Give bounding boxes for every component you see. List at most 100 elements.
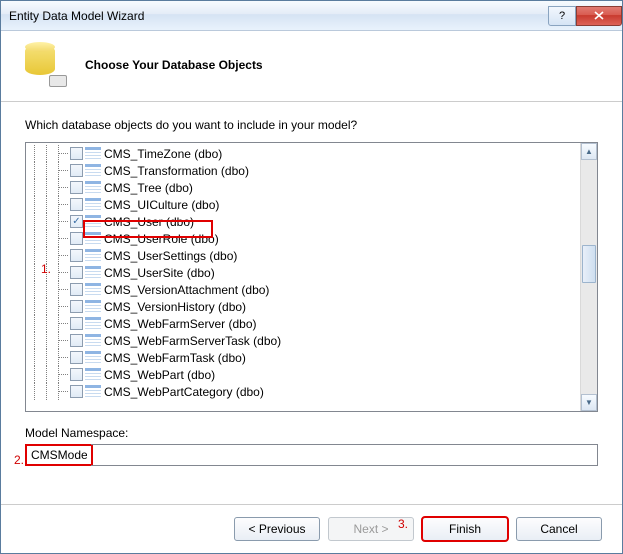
tree-lines <box>34 179 70 196</box>
tree-item-checkbox[interactable] <box>70 351 83 364</box>
tree-item-label: CMS_User (dbo) <box>104 215 194 229</box>
annotation-3: 3. <box>398 517 408 531</box>
finish-button[interactable]: Finish <box>422 517 508 541</box>
tree-item-label: CMS_Transformation (dbo) <box>104 164 249 178</box>
close-icon <box>594 11 604 20</box>
tree-item-checkbox[interactable] <box>70 232 83 245</box>
tree-lines <box>34 281 70 298</box>
tree-item-checkbox[interactable] <box>70 147 83 160</box>
annotation-2: 2. <box>14 453 24 467</box>
cancel-button[interactable]: Cancel <box>516 517 602 541</box>
tree-lines <box>34 230 70 247</box>
tree-item[interactable]: CMS_UserSettings (dbo) <box>26 247 580 264</box>
tree-item[interactable]: CMS_VersionHistory (dbo) <box>26 298 580 315</box>
table-icon <box>85 283 101 296</box>
scroll-up-button[interactable]: ▲ <box>581 143 597 160</box>
table-icon <box>85 385 101 398</box>
tree-item-checkbox[interactable] <box>70 266 83 279</box>
tree-lines <box>34 349 70 366</box>
tree-item-label: CMS_WebPart (dbo) <box>104 368 215 382</box>
help-icon: ? <box>559 10 565 22</box>
tree-lines <box>34 383 70 400</box>
scroll-thumb[interactable] <box>582 245 596 283</box>
tree-item-label: CMS_WebFarmServer (dbo) <box>104 317 256 331</box>
tree-lines <box>34 196 70 213</box>
object-tree[interactable]: CMS_TimeZone (dbo) CMS_Transformation (db… <box>25 142 598 412</box>
tree-item-checkbox[interactable] <box>70 300 83 313</box>
tree-item-checkbox[interactable] <box>70 283 83 296</box>
tree-item-checkbox[interactable] <box>70 181 83 194</box>
namespace-label: Model Namespace: <box>25 426 598 440</box>
tree-lines <box>34 213 70 230</box>
tree-item[interactable]: CMS_WebFarmTask (dbo) <box>26 349 580 366</box>
tree-item[interactable]: CMS_UICulture (dbo) <box>26 196 580 213</box>
close-button[interactable] <box>576 6 622 26</box>
tree-lines <box>34 366 70 383</box>
scrollbar-vertical[interactable]: ▲ ▼ <box>580 143 597 411</box>
wizard-body: Which database objects do you want to in… <box>1 102 622 472</box>
annotation-1: 1. <box>41 262 51 276</box>
wizard-header: Choose Your Database Objects <box>1 31 622 102</box>
tree-item-label: CMS_UICulture (dbo) <box>104 198 219 212</box>
tree-item[interactable]: CMS_VersionAttachment (dbo) <box>26 281 580 298</box>
tree-lines <box>34 145 70 162</box>
tree-item-label: CMS_WebFarmTask (dbo) <box>104 351 246 365</box>
tree-lines <box>34 298 70 315</box>
tree-item-label: CMS_TimeZone (dbo) <box>104 147 222 161</box>
namespace-row <box>25 444 598 466</box>
wizard-window: Entity Data Model Wizard ? Choose Your D… <box>0 0 623 554</box>
tree-item[interactable]: CMS_Transformation (dbo) <box>26 162 580 179</box>
tree-lines <box>34 162 70 179</box>
page-heading: Choose Your Database Objects <box>85 58 263 72</box>
tree-item-checkbox[interactable] <box>70 317 83 330</box>
tree-item-checkbox[interactable] <box>70 385 83 398</box>
table-icon <box>85 164 101 177</box>
namespace-input-remainder[interactable] <box>91 444 598 466</box>
tree-item-checkbox[interactable] <box>70 215 83 228</box>
tree-item-label: CMS_Tree (dbo) <box>104 181 193 195</box>
tree-lines <box>34 315 70 332</box>
previous-button[interactable]: < Previous <box>234 517 320 541</box>
tree-lines <box>34 247 70 264</box>
tree-item[interactable]: CMS_User (dbo) <box>26 213 580 230</box>
table-icon <box>85 249 101 262</box>
tree-item-checkbox[interactable] <box>70 368 83 381</box>
wizard-footer: < Previous Next > 3. Finish Cancel <box>1 504 622 553</box>
table-icon <box>85 232 101 245</box>
tree-item-label: CMS_WebFarmServerTask (dbo) <box>104 334 281 348</box>
table-icon <box>85 368 101 381</box>
namespace-input[interactable] <box>27 446 91 464</box>
tree-item[interactable]: CMS_WebFarmServerTask (dbo) <box>26 332 580 349</box>
scroll-track[interactable] <box>581 160 597 394</box>
tree-item[interactable]: CMS_UserRole (dbo) <box>26 230 580 247</box>
tree-item[interactable]: CMS_WebPart (dbo) <box>26 366 580 383</box>
tree-item[interactable]: CMS_TimeZone (dbo) <box>26 145 580 162</box>
tree-item-checkbox[interactable] <box>70 164 83 177</box>
table-icon <box>85 181 101 194</box>
help-button[interactable]: ? <box>548 6 576 26</box>
tree-item-label: CMS_UserSettings (dbo) <box>104 249 237 263</box>
titlebar: Entity Data Model Wizard ? <box>1 1 622 31</box>
tree-item-label: CMS_VersionHistory (dbo) <box>104 300 246 314</box>
table-icon <box>85 351 101 364</box>
tree-item-checkbox[interactable] <box>70 198 83 211</box>
tree-item-checkbox[interactable] <box>70 249 83 262</box>
tree-item-checkbox[interactable] <box>70 334 83 347</box>
tree-item[interactable]: CMS_WebPartCategory (dbo) <box>26 383 580 400</box>
prompt-text: Which database objects do you want to in… <box>25 118 598 132</box>
database-icon <box>25 45 65 85</box>
tree-item[interactable]: CMS_UserSite (dbo) <box>26 264 580 281</box>
tree-item-label: CMS_WebPartCategory (dbo) <box>104 385 264 399</box>
annotation-highlight-2 <box>25 444 93 466</box>
table-icon <box>85 266 101 279</box>
tree-item[interactable]: CMS_WebFarmServer (dbo) <box>26 315 580 332</box>
window-title: Entity Data Model Wizard <box>9 9 548 23</box>
tree-item-label: CMS_VersionAttachment (dbo) <box>104 283 269 297</box>
table-icon <box>85 300 101 313</box>
table-icon <box>85 334 101 347</box>
titlebar-buttons: ? <box>548 6 622 26</box>
table-icon <box>85 147 101 160</box>
tree-item-label: CMS_UserRole (dbo) <box>104 232 219 246</box>
scroll-down-button[interactable]: ▼ <box>581 394 597 411</box>
tree-item[interactable]: CMS_Tree (dbo) <box>26 179 580 196</box>
